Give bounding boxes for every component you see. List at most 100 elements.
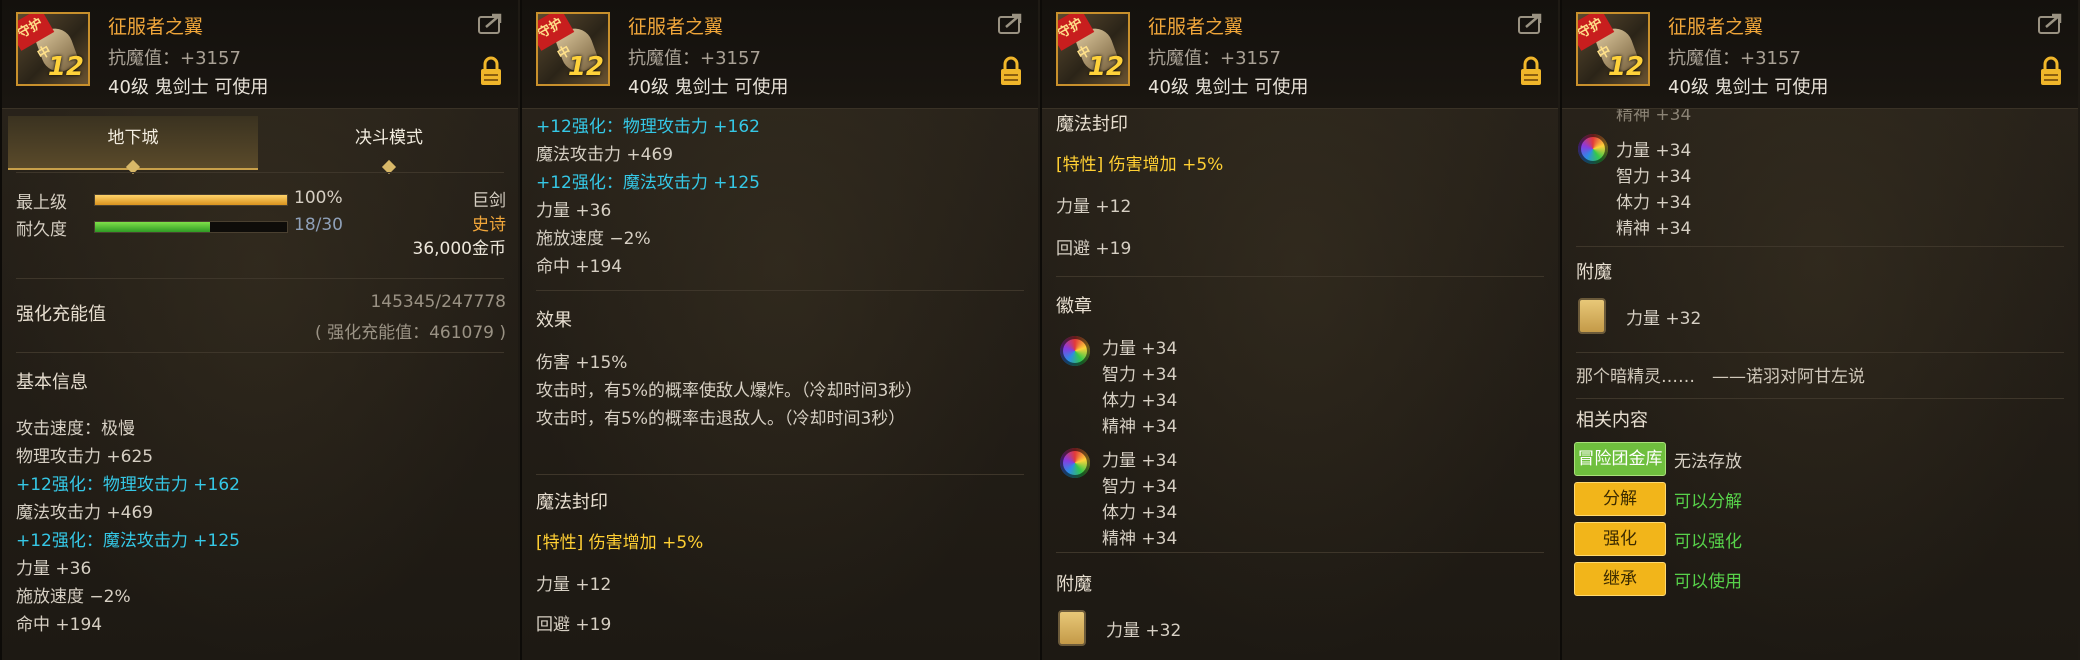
lock-icon[interactable] xyxy=(2040,56,2062,86)
effect-line: 攻击时，有5%的概率使敌人爆炸。（冷却时间3秒） xyxy=(536,381,923,401)
divider xyxy=(16,352,504,353)
stat-line: +12强化：物理攻击力 +162 xyxy=(536,117,760,137)
basic-info-title: 基本信息 xyxy=(16,372,88,393)
grade-bar xyxy=(94,194,288,206)
item-header: 守护中 12 征服者之翼 抗魔值：+3157 40级 鬼剑士 可使用 xyxy=(2,0,518,109)
related-button[interactable]: 强化 xyxy=(1574,522,1666,556)
amp-value: 145345/247778 xyxy=(370,292,506,312)
divider xyxy=(536,474,1024,475)
seal-line: 力量 +12 xyxy=(1056,197,1132,217)
enchant-value: 力量 +32 xyxy=(1106,621,1182,641)
stat-line: 攻击速度：极慢 xyxy=(16,419,135,439)
item-icon[interactable]: 守护中 12 xyxy=(1576,12,1650,86)
stat-line: +12强化：魔法攻击力 +125 xyxy=(16,531,240,551)
durability-bar-fill xyxy=(95,222,211,232)
price: 36,000金币 xyxy=(412,239,506,259)
weapon-type: 巨剑 xyxy=(472,191,506,211)
share-icon[interactable] xyxy=(998,12,1024,34)
emblem-title: 徽章 xyxy=(1056,296,1092,317)
tooltip-panel-3: 守护中 12 征服者之翼 抗魔值：+3157 40级 鬼剑士 可使用 魔法封印 … xyxy=(1040,0,1558,660)
level-requirement: 40级 鬼剑士 可使用 xyxy=(1148,77,1309,98)
enchant-title: 附魔 xyxy=(1576,262,1612,283)
magic-resist: 抗魔值：+3157 xyxy=(628,48,761,69)
stat-line: +12强化：魔法攻击力 +125 xyxy=(536,173,760,193)
emblem-stat: 智力 +34 xyxy=(1102,365,1178,385)
panel-1-content: 地下城 决斗模式 最上级 100% 耐久度 18/30 巨剑 史诗 36,000… xyxy=(2,108,518,660)
share-icon[interactable] xyxy=(1518,12,1544,34)
durability-value: 18/30 xyxy=(294,215,343,235)
item-header: 守护中 12 征服者之翼 抗魔值：+3157 40级 鬼剑士 可使用 xyxy=(1562,0,2078,109)
divider xyxy=(16,278,504,279)
emblem-stat: 体力 +34 xyxy=(1616,193,1692,213)
divider xyxy=(16,172,504,173)
level-requirement: 40级 鬼剑士 可使用 xyxy=(628,77,789,98)
seal-trait: [特性] 伤害增加 +5% xyxy=(536,533,704,553)
guarded-badge: 守护中 xyxy=(18,14,55,63)
share-icon[interactable] xyxy=(478,12,504,34)
enhance-level: 12 xyxy=(1607,52,1644,82)
related-button[interactable]: 继承 xyxy=(1574,562,1666,596)
tooltip-panel-1: 守护中 12 征服者之翼 抗魔值：+3157 40级 鬼剑士 可使用 地下城 决… xyxy=(0,0,518,660)
tab-pvp[interactable]: 决斗模式 xyxy=(264,116,514,175)
seal-line: 回避 +19 xyxy=(1056,239,1132,259)
flavor-text: 那个暗精灵…… ——诺羽对阿甘左说 xyxy=(1576,367,1865,387)
effect-line: 攻击时，有5%的概率击退敌人。（冷却时间3秒） xyxy=(536,409,906,429)
related-status: 可以强化 xyxy=(1674,532,1742,552)
amp-label: 强化充能值 xyxy=(16,304,106,325)
emblem-stat: 精神 +34 xyxy=(1616,219,1692,239)
stat-line: 命中 +194 xyxy=(16,615,103,635)
stat-line: 施放速度 −2% xyxy=(16,587,131,607)
related-button[interactable]: 冒险团金库 xyxy=(1574,442,1666,476)
lock-icon[interactable] xyxy=(1520,56,1542,86)
share-icon[interactable] xyxy=(2038,12,2064,34)
stat-line: 力量 +36 xyxy=(536,201,612,221)
mode-tabs: 地下城 决斗模式 xyxy=(8,116,514,175)
grade-label: 最上级 xyxy=(16,193,67,213)
divider xyxy=(1576,352,2064,353)
guarded-badge: 守护中 xyxy=(538,14,575,63)
enhance-level: 12 xyxy=(1087,52,1124,82)
tab-dungeon[interactable]: 地下城 xyxy=(8,116,258,175)
enchant-value: 力量 +32 xyxy=(1626,309,1702,329)
divider xyxy=(536,290,1024,291)
seal-line: 回避 +19 xyxy=(536,615,612,635)
item-name: 征服者之翼 xyxy=(628,16,724,38)
emblem-gem-icon[interactable] xyxy=(1060,448,1090,478)
panel-3-content: 魔法封印 [特性] 伤害增加 +5% 力量 +12 回避 +19 徽章 力量 +… xyxy=(1042,108,1558,660)
tooltip-panel-2: 守护中 12 征服者之翼 抗魔值：+3157 40级 鬼剑士 可使用 +12强化… xyxy=(520,0,1038,660)
seal-title: 魔法封印 xyxy=(536,492,608,513)
stat-line: 物理攻击力 +625 xyxy=(16,447,154,467)
related-status: 可以使用 xyxy=(1674,572,1742,592)
item-name: 征服者之翼 xyxy=(1148,16,1244,38)
tab-dungeon-label: 地下城 xyxy=(107,128,159,148)
emblem-stat: 精神 +34 xyxy=(1102,417,1178,437)
item-icon[interactable]: 守护中 12 xyxy=(536,12,610,86)
guarded-badge: 守护中 xyxy=(1058,14,1095,63)
divider xyxy=(1576,398,2064,399)
enhance-level: 12 xyxy=(47,52,84,82)
grade-percent: 100% xyxy=(294,188,343,208)
item-icon[interactable]: 守护中 12 xyxy=(16,12,90,86)
divider xyxy=(1056,276,1544,277)
panel-2-content: +12强化：物理攻击力 +162 魔法攻击力 +469 +12强化：魔法攻击力 +1… xyxy=(522,108,1038,660)
durability-bar xyxy=(94,221,288,233)
enchant-card-icon[interactable] xyxy=(1058,610,1086,646)
divider xyxy=(1056,552,1544,553)
lock-icon[interactable] xyxy=(1000,56,1022,86)
stat-line: 魔法攻击力 +469 xyxy=(536,145,674,165)
enchant-card-icon[interactable] xyxy=(1578,298,1606,334)
related-button[interactable]: 分解 xyxy=(1574,482,1666,516)
emblem-gem-icon[interactable] xyxy=(1060,336,1090,366)
level-requirement: 40级 鬼剑士 可使用 xyxy=(1668,77,1829,98)
magic-resist: 抗魔值：+3157 xyxy=(1668,48,1801,69)
stat-line: 施放速度 −2% xyxy=(536,229,651,249)
emblem-gem-icon[interactable] xyxy=(1578,134,1608,164)
lock-icon[interactable] xyxy=(480,56,502,86)
stat-line: +12强化：物理攻击力 +162 xyxy=(16,475,240,495)
panel-4-content: 精神 +34 力量 +34 智力 +34 体力 +34 精神 +34 附魔 力量 +3… xyxy=(1562,108,2078,660)
item-header: 守护中 12 征服者之翼 抗魔值：+3157 40级 鬼剑士 可使用 xyxy=(1042,0,1558,109)
guarded-badge: 守护中 xyxy=(1578,14,1615,63)
item-icon[interactable]: 守护中 12 xyxy=(1056,12,1130,86)
stat-line: 命中 +194 xyxy=(536,257,623,277)
seal-line: 力量 +12 xyxy=(536,575,612,595)
